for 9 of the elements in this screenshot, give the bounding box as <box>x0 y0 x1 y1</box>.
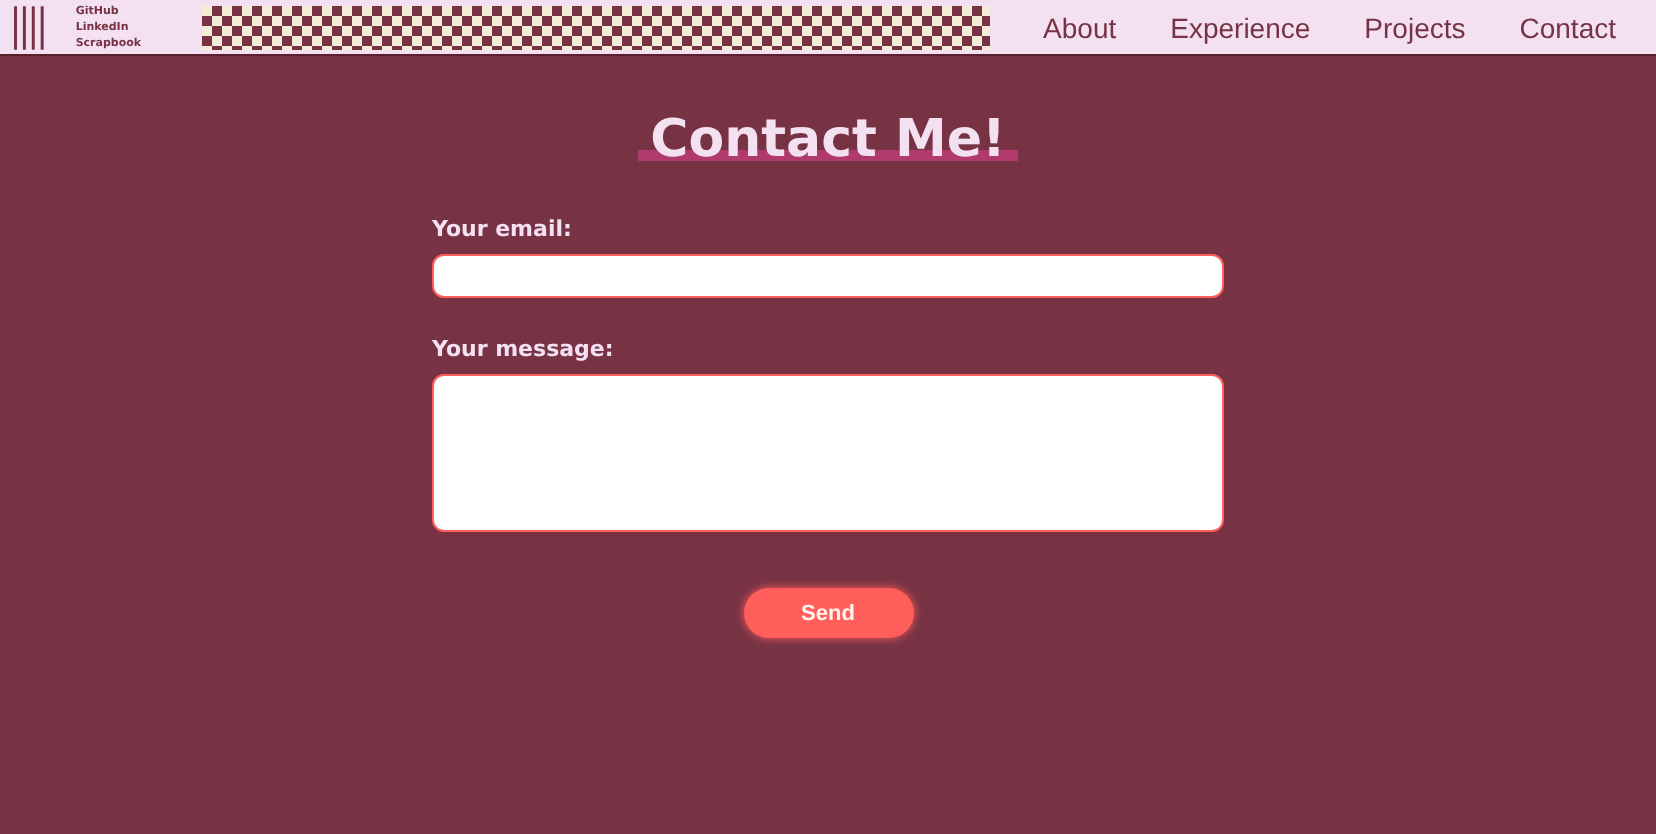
nav-link[interactable]: Contact <box>1519 11 1616 43</box>
message-field[interactable] <box>432 374 1224 532</box>
nav-link[interactable]: Projects <box>1364 11 1466 43</box>
field-label: Your email: <box>432 216 574 242</box>
nav-link[interactable]: About <box>1043 11 1117 43</box>
nav-link[interactable]: Experience <box>1170 11 1311 43</box>
field-label: Your message: <box>432 336 616 362</box>
bars-icon[interactable] <box>14 5 46 49</box>
email-field[interactable] <box>432 254 1224 298</box>
